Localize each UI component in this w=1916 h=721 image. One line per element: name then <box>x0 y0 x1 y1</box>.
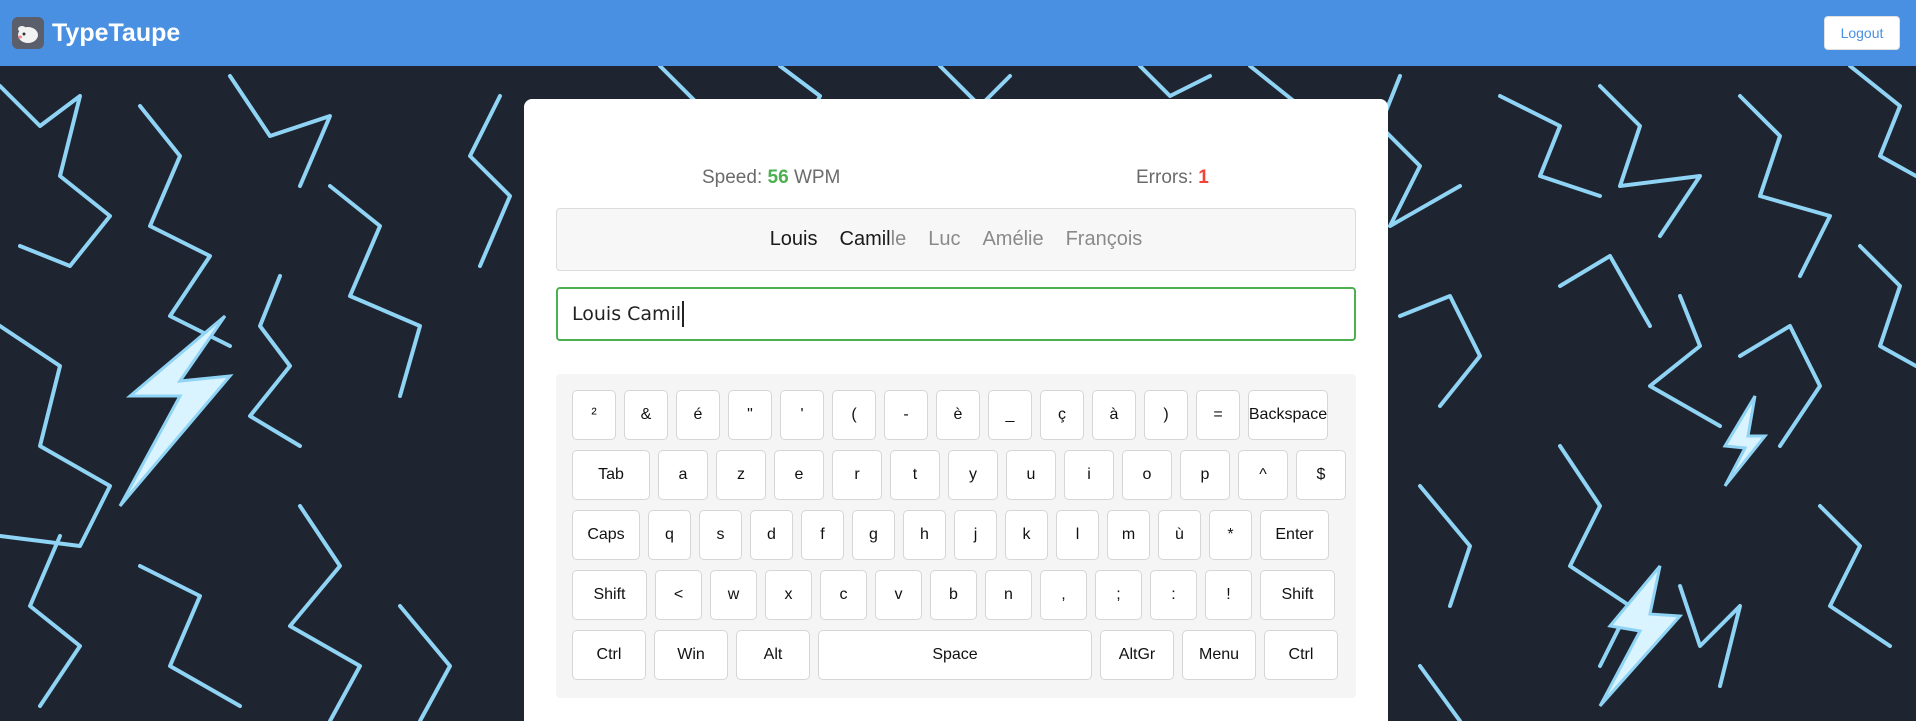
key-h[interactable]: h <box>903 510 946 560</box>
word-current-remaining: le <box>890 228 907 250</box>
key-ctrl[interactable]: Ctrl <box>1264 630 1338 680</box>
key-win[interactable]: Win <box>654 630 728 680</box>
keyboard-row: Caps q s d f g h j k l m ù * Enter <box>572 510 1340 560</box>
keyboard-row: Ctrl Win Alt Space AltGr Menu Ctrl <box>572 630 1340 680</box>
key-symbol[interactable]: ; <box>1095 570 1142 620</box>
key-symbol[interactable]: ç <box>1040 390 1084 440</box>
key-symbol[interactable]: $ <box>1296 450 1346 500</box>
virtual-keyboard: ² & é " '(- è _ ç à) = Backspace Tab a z e r t y u i o p ^ $ C… <box>556 374 1356 698</box>
mole-logo-icon <box>12 17 44 49</box>
key-f[interactable]: f <box>801 510 844 560</box>
key-i[interactable]: i <box>1064 450 1114 500</box>
typing-input[interactable]: Louis Camil <box>556 287 1356 341</box>
logout-button[interactable]: Logout <box>1824 16 1900 50</box>
key-j[interactable]: j <box>954 510 997 560</box>
errors-stat: Errors: 1 <box>1136 167 1209 189</box>
key-space[interactable]: Space <box>818 630 1092 680</box>
key-symbol[interactable]: ² <box>572 390 616 440</box>
word-upcoming: François <box>1065 228 1143 250</box>
key-symbol[interactable]: & <box>624 390 668 440</box>
key-symbol[interactable]: - <box>884 390 928 440</box>
key-z[interactable]: z <box>716 450 766 500</box>
key-p[interactable]: p <box>1180 450 1230 500</box>
speed-unit: WPM <box>793 167 841 188</box>
stats-bar: Speed: 56 WPM Errors: 1 <box>524 167 1388 189</box>
key-y[interactable]: y <box>948 450 998 500</box>
word-upcoming: Amélie <box>982 228 1044 250</box>
navbar: TypeTaupe Logout <box>0 0 1916 66</box>
typing-input-value: Louis Camil <box>572 303 682 325</box>
key-e[interactable]: e <box>774 450 824 500</box>
key-symbol[interactable]: ! <box>1205 570 1252 620</box>
key-g[interactable]: g <box>852 510 895 560</box>
key-v[interactable]: v <box>875 570 922 620</box>
key-l[interactable]: l <box>1056 510 1099 560</box>
key-s[interactable]: s <box>699 510 742 560</box>
key-t[interactable]: t <box>890 450 940 500</box>
word-prompt: Louis Camille Luc Amélie François <box>556 208 1356 271</box>
key-symbol[interactable]: è <box>936 390 980 440</box>
word-upcoming: Luc <box>928 228 961 250</box>
keyboard-row: ² & é " '(- è _ ç à) = Backspace <box>572 390 1340 440</box>
key-n[interactable]: n <box>985 570 1032 620</box>
speed-stat: Speed: 56 WPM <box>702 167 840 189</box>
key-q[interactable]: q <box>648 510 691 560</box>
key-r[interactable]: r <box>832 450 882 500</box>
key-caps[interactable]: Caps <box>572 510 640 560</box>
key-menu[interactable]: Menu <box>1182 630 1256 680</box>
key-enter[interactable]: Enter <box>1260 510 1329 560</box>
key-shift[interactable]: Shift <box>1260 570 1335 620</box>
key-symbol[interactable]: * <box>1209 510 1252 560</box>
speed-value: 56 <box>767 167 789 188</box>
key-k[interactable]: k <box>1005 510 1048 560</box>
key-backspace[interactable]: Backspace <box>1248 390 1328 440</box>
keyboard-row: Tab a z e r t y u i o p ^ $ <box>572 450 1346 500</box>
key-symbol[interactable]: _ <box>988 390 1032 440</box>
key-symbol[interactable]: ^ <box>1238 450 1288 500</box>
key-symbol[interactable]: à <box>1092 390 1136 440</box>
text-caret <box>682 301 685 327</box>
speed-label: Speed: <box>702 167 763 188</box>
key-m[interactable]: m <box>1107 510 1150 560</box>
key-symbol[interactable]: ) <box>1144 390 1188 440</box>
keyboard-row: Shift < w x c v b n,;:! Shift <box>572 570 1340 620</box>
key-ctrl[interactable]: Ctrl <box>572 630 646 680</box>
app-title: TypeTaupe <box>52 18 181 47</box>
key-shift[interactable]: Shift <box>572 570 647 620</box>
key-alt[interactable]: Alt <box>736 630 810 680</box>
word-completed: Louis <box>769 228 818 250</box>
word-current-typed: Camil <box>839 228 891 250</box>
key-x[interactable]: x <box>765 570 812 620</box>
key-o[interactable]: o <box>1122 450 1172 500</box>
word-current: Camille <box>840 228 907 251</box>
key-symbol[interactable]: é <box>676 390 720 440</box>
key-u[interactable]: u <box>1006 450 1056 500</box>
key-symbol[interactable]: " <box>728 390 772 440</box>
key-symbol[interactable]: = <box>1196 390 1240 440</box>
errors-label: Errors: <box>1136 167 1193 188</box>
key-symbol[interactable]: , <box>1040 570 1087 620</box>
typing-card: Speed: 56 WPM Errors: 1 Louis Camille Lu… <box>524 99 1388 721</box>
key-symbol[interactable]: ù <box>1158 510 1201 560</box>
key-symbol[interactable]: ' <box>780 390 824 440</box>
key-w[interactable]: w <box>710 570 757 620</box>
key-symbol[interactable]: ( <box>832 390 876 440</box>
errors-value: 1 <box>1198 167 1209 188</box>
key-symbol[interactable]: : <box>1150 570 1197 620</box>
key-d[interactable]: d <box>750 510 793 560</box>
key-altgr[interactable]: AltGr <box>1100 630 1174 680</box>
brand[interactable]: TypeTaupe <box>12 17 180 49</box>
key-b[interactable]: b <box>930 570 977 620</box>
key-a[interactable]: a <box>658 450 708 500</box>
key-tab[interactable]: Tab <box>572 450 650 500</box>
key-c[interactable]: c <box>820 570 867 620</box>
key-symbol[interactable]: < <box>655 570 702 620</box>
